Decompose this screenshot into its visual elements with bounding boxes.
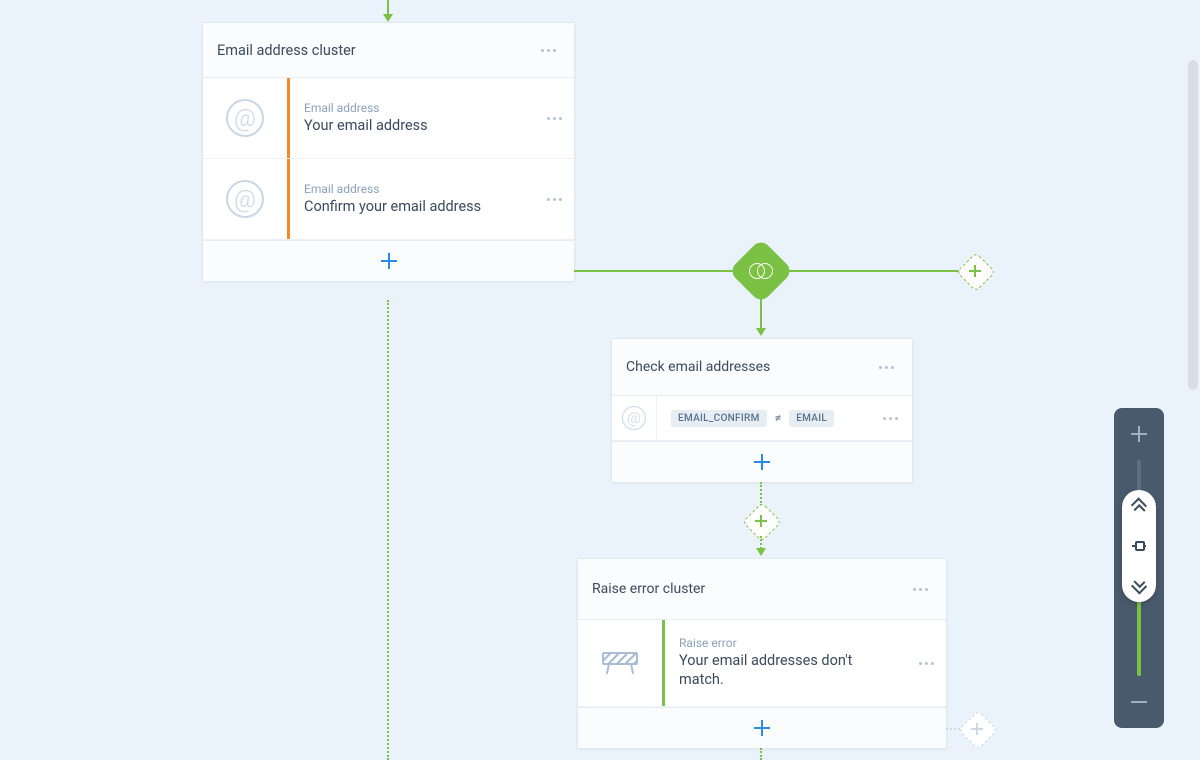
- condition-right: EMAIL: [789, 410, 834, 427]
- card-menu-button[interactable]: [536, 38, 560, 62]
- card-menu-button[interactable]: [908, 577, 932, 601]
- arrow-down-icon: [756, 548, 766, 556]
- condition-node[interactable]: [738, 248, 784, 294]
- add-field-button[interactable]: [203, 240, 574, 281]
- venn-icon: [749, 263, 773, 279]
- connector-dashed: [387, 300, 389, 760]
- plus-icon: [754, 720, 770, 736]
- chevron-up-icon: [1132, 500, 1146, 514]
- field-label: Email address: [304, 101, 530, 115]
- add-branch-right[interactable]: [962, 258, 988, 284]
- arrow-down-icon: [383, 14, 393, 22]
- plus-icon: [381, 253, 397, 269]
- card-header[interactable]: Email address cluster: [203, 23, 574, 78]
- raise-error-cluster-card[interactable]: Raise error cluster Raise error Your ema…: [577, 558, 947, 749]
- connector-dashed: [760, 748, 762, 760]
- field-label: Email address: [304, 182, 530, 196]
- field-value: Your email addresses don't match.: [679, 652, 879, 690]
- email-address-cluster-card[interactable]: Email address cluster @ Email address Yo…: [202, 22, 575, 282]
- field-menu-button[interactable]: [542, 187, 566, 211]
- connector: [574, 270, 738, 272]
- condition-row[interactable]: @ EMAIL_CONFIRM ≠ EMAIL: [612, 396, 912, 441]
- connector-dashed: [760, 482, 762, 506]
- zoom-knob-icon: [1132, 541, 1146, 551]
- field-menu-button[interactable]: [542, 106, 566, 130]
- field-row-raise-error[interactable]: Raise error Your email addresses don't m…: [578, 620, 946, 707]
- field-menu-button[interactable]: [914, 651, 938, 675]
- card-title: Raise error cluster: [592, 581, 705, 597]
- check-email-card[interactable]: Check email addresses @ EMAIL_CONFIRM ≠ …: [611, 338, 913, 483]
- condition-op: ≠: [773, 411, 784, 425]
- zoom-handle[interactable]: [1122, 490, 1156, 602]
- card-header[interactable]: Check email addresses: [612, 339, 912, 396]
- card-title: Check email addresses: [626, 359, 770, 375]
- zoom-slider[interactable]: [1137, 460, 1141, 676]
- condition-left: EMAIL_CONFIRM: [671, 410, 767, 427]
- zoom-panel: [1114, 408, 1164, 728]
- add-branch-mid[interactable]: [748, 508, 774, 534]
- chevron-down-icon: [1132, 578, 1146, 592]
- at-icon: @: [612, 396, 657, 440]
- flow-canvas[interactable]: Email address cluster @ Email address Yo…: [0, 0, 1200, 760]
- page-scrollbar[interactable]: [1188, 60, 1198, 390]
- add-branch-grey[interactable]: [964, 716, 990, 742]
- card-title: Email address cluster: [217, 42, 356, 59]
- add-condition-button[interactable]: [612, 441, 912, 482]
- zoom-out-button[interactable]: [1129, 692, 1149, 712]
- card-menu-button[interactable]: [874, 355, 898, 379]
- plus-icon: [754, 454, 770, 470]
- barrier-icon: [578, 620, 662, 706]
- field-value: Confirm your email address: [304, 198, 530, 217]
- arrow-down-icon: [756, 328, 766, 336]
- at-icon: @: [203, 159, 287, 239]
- add-field-button[interactable]: [578, 707, 946, 748]
- field-label: Raise error: [679, 636, 902, 650]
- field-row-email-confirm[interactable]: @ Email address Confirm your email addre…: [203, 159, 574, 240]
- zoom-in-button[interactable]: [1129, 424, 1149, 444]
- condition-menu-button[interactable]: [878, 406, 902, 430]
- connector: [760, 294, 762, 332]
- at-icon: @: [203, 78, 287, 158]
- field-value: Your email address: [304, 117, 530, 136]
- field-row-email[interactable]: @ Email address Your email address: [203, 78, 574, 159]
- card-header[interactable]: Raise error cluster: [578, 559, 946, 620]
- connector: [784, 270, 962, 272]
